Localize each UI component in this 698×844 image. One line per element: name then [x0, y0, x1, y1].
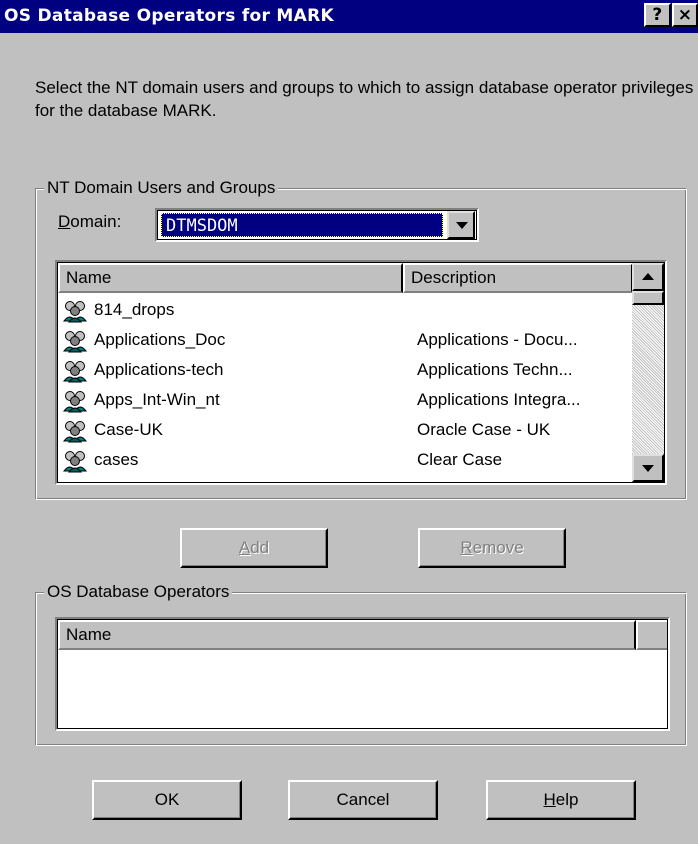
users-group-icon: [62, 419, 88, 443]
domain-combobox-value: DTMSDOM: [161, 213, 443, 237]
help-label: elp: [555, 790, 579, 809]
list-item-name: Applications-tech: [94, 360, 224, 379]
close-button[interactable]: ×: [672, 3, 698, 27]
remove-label: emove: [472, 538, 524, 557]
instructions-text: Select the NT domain users and groups to…: [35, 78, 694, 120]
os-operators-group-title: OS Database Operators: [44, 581, 233, 603]
domain-label: Domain:: [58, 212, 121, 232]
list-item-name: cases: [94, 450, 139, 469]
list-item-name: Applications_Doc: [94, 330, 226, 349]
add-mnemonic: A: [238, 538, 251, 557]
operators-listview[interactable]: Name: [55, 617, 670, 731]
operators-column-header-name[interactable]: Name: [58, 620, 636, 650]
arrow-up-icon: [642, 273, 654, 280]
ok-button[interactable]: OK: [92, 780, 242, 820]
add-label: dd: [250, 538, 270, 557]
users-vertical-scrollbar[interactable]: [632, 263, 664, 482]
question-icon: ?: [652, 5, 663, 25]
list-item[interactable]: Applications-tech Applications Techn...: [62, 355, 642, 385]
list-item-description: Applications Techn...: [417, 360, 573, 379]
users-listview[interactable]: Name Description 814_drops Applications_D…: [55, 260, 667, 485]
list-item[interactable]: Applications_Doc Applications - Docu...: [62, 325, 642, 355]
scroll-thumb[interactable]: [632, 291, 664, 305]
list-item-description: Applications - Docu...: [417, 330, 578, 349]
chevron-down-icon: [456, 222, 468, 229]
list-item[interactable]: Case-UK Oracle Case - UK: [62, 415, 642, 445]
column-header-name[interactable]: Name: [58, 263, 403, 293]
list-item[interactable]: 814_drops: [62, 295, 642, 325]
list-item-description: Applications Integra...: [417, 390, 581, 409]
dialog-window: OS Database Operators for MARK ? × Selec…: [0, 0, 698, 844]
list-item-description: Oracle Case - UK: [417, 420, 551, 439]
users-group-icon: [62, 359, 88, 383]
domain-combobox[interactable]: DTMSDOM: [155, 208, 479, 242]
cancel-button[interactable]: Cancel: [288, 780, 438, 820]
add-button[interactable]: Add: [180, 528, 328, 568]
users-group-icon: [62, 299, 88, 323]
users-group-icon: [62, 449, 88, 473]
list-item[interactable]: Apps_Int-Win_nt Applications Integra...: [62, 385, 642, 415]
arrow-down-icon: [642, 465, 654, 472]
operators-column-header-filler: [636, 620, 667, 650]
remove-mnemonic: R: [460, 538, 473, 557]
users-listview-inner: Name Description 814_drops Applications_D…: [57, 262, 665, 483]
operators-listview-inner: Name: [57, 619, 668, 729]
window-title: OS Database Operators for MARK: [4, 6, 334, 26]
remove-button[interactable]: Remove: [418, 528, 566, 568]
scroll-down-button[interactable]: [632, 454, 664, 482]
column-header-description[interactable]: Description: [403, 263, 633, 293]
list-item-name: 814_drops: [94, 300, 175, 319]
users-group-icon: [62, 329, 88, 353]
help-title-button[interactable]: ?: [644, 3, 671, 27]
scroll-up-button[interactable]: [632, 263, 664, 291]
list-item-name: Apps_Int-Win_nt: [94, 390, 220, 409]
help-mnemonic: H: [543, 790, 556, 809]
list-item-description: Clear Case: [417, 450, 503, 469]
help-button[interactable]: Help: [486, 780, 636, 820]
list-item[interactable]: cases Clear Case: [62, 445, 642, 475]
nt-domain-group-title: NT Domain Users and Groups: [44, 177, 279, 199]
domain-dropdown-button[interactable]: [447, 211, 475, 239]
title-bar[interactable]: OS Database Operators for MARK ? ×: [0, 0, 698, 33]
domain-label-mnemonic: D: [58, 212, 71, 231]
users-group-icon: [62, 389, 88, 413]
list-item-name: Case-UK: [94, 420, 163, 439]
domain-label-text: omain:: [70, 212, 122, 231]
close-icon: ×: [677, 5, 693, 25]
